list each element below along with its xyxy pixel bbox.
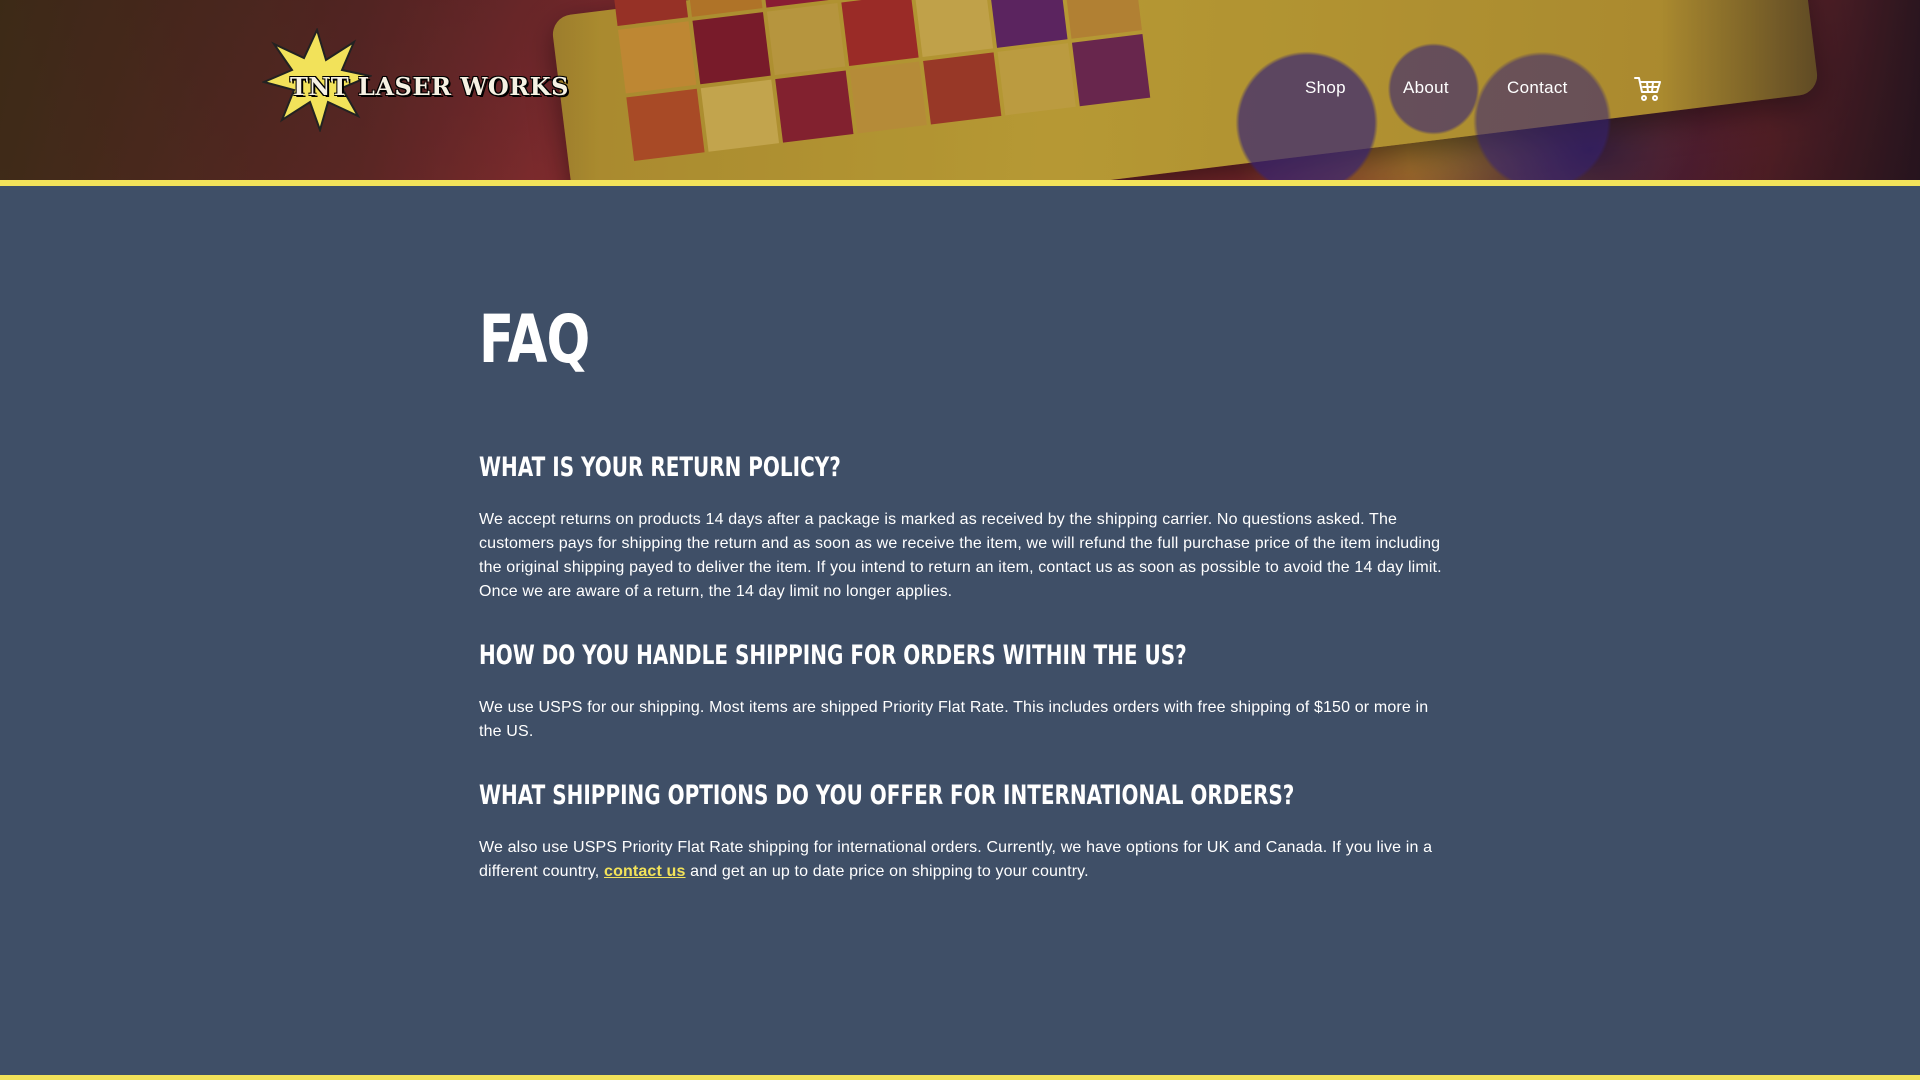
- faq-question: HOW DO YOU HANDLE SHIPPING FOR ORDERS WI…: [479, 640, 1187, 671]
- site-header: TNT LASER WORKS Shop About Contact: [0, 0, 1920, 182]
- faq-answer-text: and get an up to date price on shipping …: [690, 863, 1089, 880]
- nav-shop[interactable]: Shop: [1305, 78, 1346, 98]
- faq-item-international-shipping: WHAT SHIPPING OPTIONS DO YOU OFFER FOR I…: [479, 778, 1449, 884]
- faq-answer: We use USPS for our shipping. Most items…: [479, 699, 1429, 740]
- page-title: FAQ: [479, 301, 590, 378]
- footer-accent-bar: [0, 1075, 1920, 1080]
- main-nav: Shop About Contact: [0, 78, 1920, 102]
- nav-about[interactable]: About: [1403, 78, 1449, 98]
- faq-item-return-policy: WHAT IS YOUR RETURN POLICY? We accept re…: [479, 450, 1449, 604]
- faq-answer: We also use USPS Priority Flat Rate ship…: [479, 836, 1449, 884]
- header-accent-bar: [0, 180, 1920, 186]
- faq-question: WHAT SHIPPING OPTIONS DO YOU OFFER FOR I…: [479, 780, 1295, 811]
- contact-us-link[interactable]: contact us: [604, 863, 686, 880]
- nav-contact[interactable]: Contact: [1507, 78, 1568, 98]
- faq-answer: We accept returns on products 14 days af…: [479, 511, 1442, 600]
- faq-question: WHAT IS YOUR RETURN POLICY?: [479, 452, 841, 483]
- cart-icon[interactable]: [1634, 76, 1662, 102]
- faq-content: FAQ WHAT IS YOUR RETURN POLICY? We accep…: [479, 300, 1449, 918]
- faq-item-us-shipping: HOW DO YOU HANDLE SHIPPING FOR ORDERS WI…: [479, 638, 1449, 744]
